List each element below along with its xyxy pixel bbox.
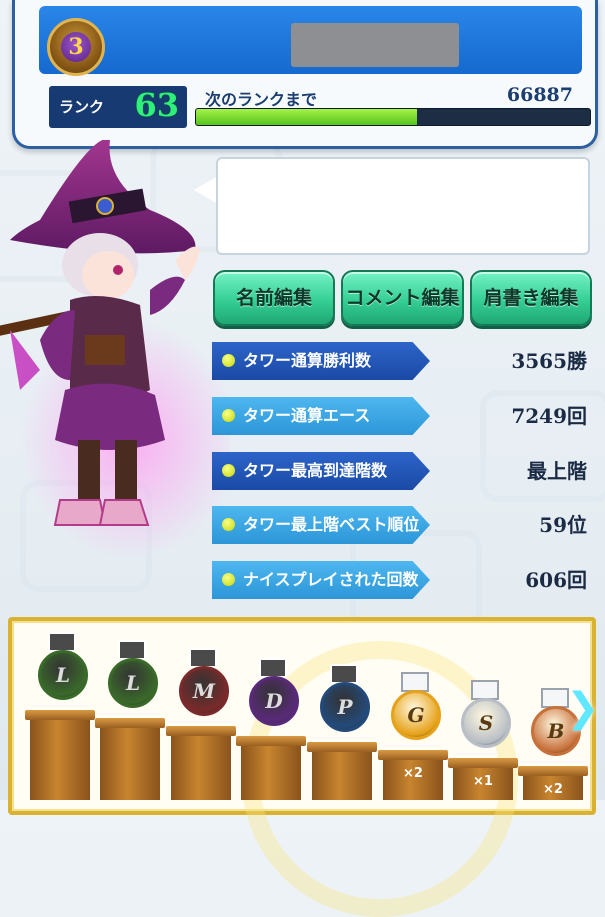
- tennis-ball-icon: [222, 354, 235, 367]
- pedestal: [171, 736, 231, 800]
- medal-icon: D: [249, 676, 299, 726]
- player-name-redacted: [291, 23, 459, 67]
- medal-ribbon: [330, 664, 358, 684]
- stat-value: 7249回: [511, 404, 587, 428]
- stat-value: 最上階: [527, 459, 587, 483]
- medal-ribbon: [259, 658, 287, 678]
- medal-count: ×2: [543, 782, 563, 797]
- medal-count: ×1: [473, 774, 493, 789]
- medal-icon: G: [391, 690, 441, 740]
- medal-letter: D: [265, 689, 283, 713]
- character-illustration: [0, 140, 230, 560]
- medal-icon: M: [179, 666, 229, 716]
- comment-bubble: [216, 157, 590, 255]
- pedestal-cap: [307, 742, 377, 752]
- medal-letter: P: [337, 695, 353, 719]
- rank-badge-number: 3: [61, 32, 91, 62]
- stat-row: タワー最高到達階数 最上階: [212, 452, 597, 490]
- tennis-ball-icon: [222, 409, 235, 422]
- medal-letter: L: [125, 671, 141, 695]
- stat-row: ナイスプレイされた回数 606回: [212, 561, 597, 599]
- medal-count: ×2: [403, 766, 423, 781]
- medal-letter: L: [55, 663, 71, 687]
- pedestal-cap: [25, 710, 95, 720]
- stat-value: 59位: [539, 513, 587, 537]
- tennis-ball-icon: [222, 464, 235, 477]
- stat-row: タワー通算勝利数 3565勝: [212, 342, 597, 380]
- medal-icon: L: [108, 658, 158, 708]
- medal-ribbon: [401, 672, 429, 692]
- pedestal: [30, 720, 90, 800]
- medal-letter: B: [547, 719, 565, 743]
- tennis-ball-icon: [222, 573, 235, 586]
- chevron-right-icon[interactable]: ❯: [566, 685, 600, 731]
- pedestal: [312, 752, 372, 800]
- medal-ribbon: [541, 688, 569, 708]
- rank-badge-icon: 3: [47, 18, 105, 76]
- pedestal: [100, 728, 160, 800]
- edit-comment-button[interactable]: コメント編集: [341, 270, 464, 326]
- medal-icon: S: [461, 698, 511, 748]
- medal-ribbon: [118, 640, 146, 660]
- pedestal: [241, 746, 301, 800]
- player-name-bar: [39, 6, 582, 74]
- medal-letter: S: [478, 711, 494, 735]
- pedestal-cap: [166, 726, 236, 736]
- medal-ribbon: [189, 648, 217, 668]
- medal-ribbon: [471, 680, 499, 700]
- next-rank-value: 66887: [506, 84, 573, 106]
- xp-progress-bar: [195, 108, 591, 126]
- pedestal-cap: [236, 736, 306, 746]
- medal-icon: P: [320, 682, 370, 732]
- edit-title-button[interactable]: 肩書き編集: [470, 270, 592, 326]
- pedestal-cap: [95, 718, 165, 728]
- medal-ribbon: [48, 632, 76, 652]
- pedestal-cap: [378, 750, 448, 760]
- rank-label: ランク: [59, 98, 105, 116]
- pedestal-cap: [448, 758, 518, 768]
- medal-letter: M: [192, 679, 216, 703]
- edit-name-button[interactable]: 名前編集: [213, 270, 335, 326]
- stat-value: 606回: [525, 568, 587, 592]
- stat-label: タワー最高到達階数: [243, 461, 388, 480]
- stat-row: タワー最上階ベスト順位 59位: [212, 506, 597, 544]
- stat-value: 3565勝: [511, 349, 587, 373]
- pedestal-cap: [518, 766, 588, 776]
- medal-icon: L: [38, 650, 88, 700]
- rank-box: ランク 63: [49, 86, 187, 128]
- stat-label: タワー最上階ベスト順位: [243, 515, 420, 534]
- tennis-ball-icon: [222, 518, 235, 531]
- stat-row: タワー通算エース 7249回: [212, 397, 597, 435]
- stat-label: ナイスプレイされた回数: [243, 570, 419, 589]
- profile-header: 3 ランク 63 次のランクまで 66887: [12, 0, 598, 149]
- xp-progress-fill: [196, 109, 417, 125]
- medal-letter: G: [407, 703, 425, 727]
- next-rank-label: 次のランクまで: [205, 90, 318, 109]
- rank-value: 63: [134, 86, 179, 124]
- stat-label: タワー通算勝利数: [243, 351, 372, 370]
- stat-label: タワー通算エース: [243, 406, 371, 425]
